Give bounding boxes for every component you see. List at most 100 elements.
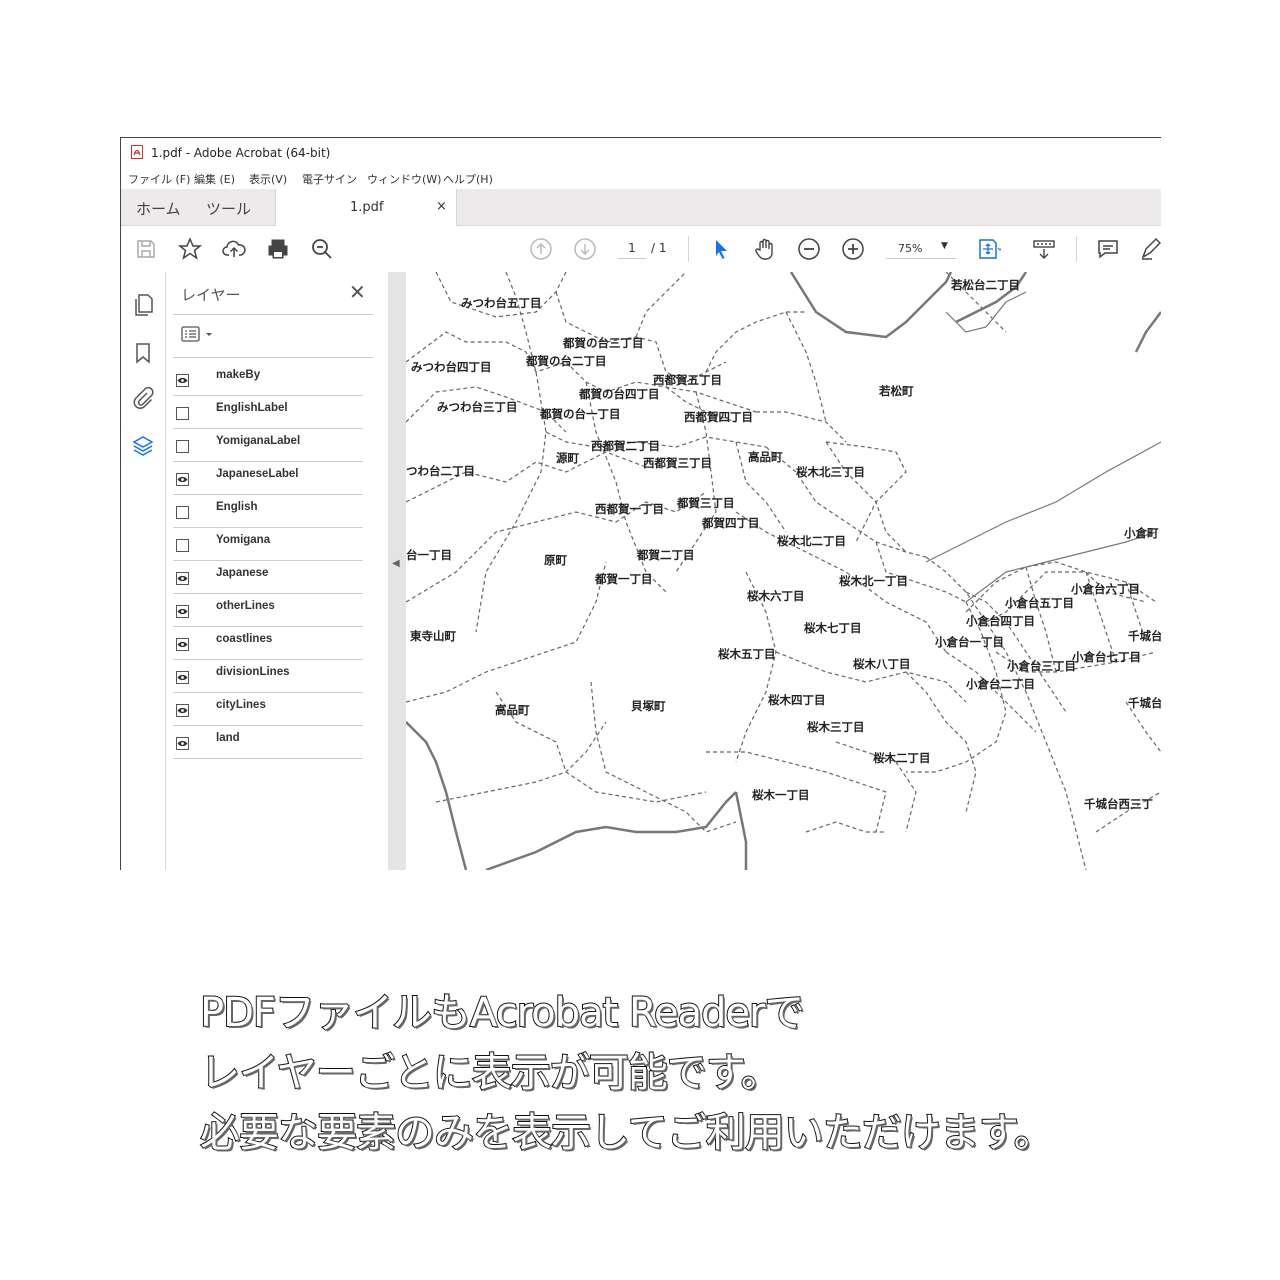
tab-bar: ホーム ツール 1.pdf ×: [121, 189, 1161, 226]
map-label: 貝塚町: [631, 701, 666, 713]
bookmark-icon[interactable]: [131, 341, 155, 365]
layer-visibility-toggle[interactable]: [176, 737, 189, 750]
map-label: 小倉台一丁目: [935, 637, 1004, 649]
map-label: 桜木北一丁目: [839, 576, 908, 588]
fit-page-icon[interactable]: [977, 237, 1001, 261]
page-number-input[interactable]: 1: [618, 238, 646, 259]
tab-close-button[interactable]: ×: [436, 199, 447, 214]
map-label: 桜木一丁目: [752, 790, 810, 802]
menu-esign[interactable]: 電子サイン: [302, 171, 357, 187]
layer-visibility-toggle[interactable]: [176, 638, 189, 651]
layer-row[interactable]: English: [173, 495, 363, 528]
layer-name: coastlines: [216, 633, 273, 645]
menu-help[interactable]: ヘルプ(H): [443, 171, 493, 187]
layer-row[interactable]: Yomigana: [173, 528, 363, 561]
acrobat-window: 1.pdf - Adobe Acrobat (64-bit) ファイル (F) …: [120, 137, 1161, 870]
menu-file[interactable]: ファイル (F): [128, 171, 190, 187]
document-view[interactable]: みつわ台五丁目 若松台二丁目 都賀の台三丁目 都賀の台二丁目 みつわ台四丁目 西都賀五丁目…: [406, 272, 1161, 870]
layer-visibility-toggle[interactable]: [176, 704, 189, 717]
layer-row[interactable]: otherLines: [173, 594, 363, 627]
layer-visibility-toggle[interactable]: [176, 572, 189, 585]
zoom-in-icon[interactable]: [841, 237, 865, 261]
layer-name: otherLines: [216, 600, 275, 612]
menu-window[interactable]: ウィンドウ(W): [367, 171, 441, 187]
layer-list: makeBy EnglishLabel YomiganaLabel JapaneseL…: [173, 363, 363, 759]
pen-icon[interactable]: [1139, 237, 1161, 261]
close-icon[interactable]: ✕: [349, 280, 366, 304]
search-icon[interactable]: [310, 237, 334, 261]
toolbar-divider: [1076, 236, 1077, 262]
divider: [173, 357, 373, 358]
layer-name: English: [216, 501, 258, 513]
map-label: 小倉台二丁目: [966, 679, 1035, 691]
scroll-mode-icon[interactable]: [1032, 237, 1056, 261]
map-label: 西都賀一丁目: [595, 504, 664, 516]
layer-name: EnglishLabel: [216, 402, 288, 414]
layer-row[interactable]: JapaneseLabel: [173, 462, 363, 495]
layer-visibility-toggle[interactable]: [176, 473, 189, 486]
layer-visibility-toggle[interactable]: [176, 605, 189, 618]
prev-page-icon[interactable]: [529, 237, 553, 261]
layer-row[interactable]: YomiganaLabel: [173, 429, 363, 462]
map-label: 若松台二丁目: [951, 280, 1020, 292]
map-label: 桜木二丁目: [873, 753, 931, 765]
layer-row[interactable]: divisionLines: [173, 660, 363, 693]
paperclip-icon[interactable]: [131, 386, 155, 410]
map-label: 原町: [544, 555, 567, 567]
page-thumbnails-icon[interactable]: [131, 293, 155, 317]
map-label: 桜木五丁目: [718, 649, 776, 661]
tab-document[interactable]: 1.pdf ×: [275, 189, 457, 226]
caption-text: PDFファイルもAcrobat Readerで レイヤーごとに表示が可能です。 …: [199, 983, 1200, 1163]
layer-visibility-toggle[interactable]: [176, 374, 189, 387]
layer-visibility-toggle[interactable]: [176, 407, 189, 420]
print-icon[interactable]: [266, 237, 290, 261]
list-options-icon: [181, 326, 212, 342]
layer-options-menu[interactable]: [181, 325, 221, 345]
select-cursor-icon[interactable]: [709, 237, 733, 261]
collapse-arrow-icon[interactable]: ◀: [392, 558, 400, 569]
upload-icon[interactable]: [222, 237, 246, 261]
layer-row[interactable]: EnglishLabel: [173, 396, 363, 429]
comment-icon[interactable]: [1096, 237, 1120, 261]
eye-icon: [177, 674, 188, 681]
zoom-select[interactable]: 75% ▼: [886, 238, 956, 259]
layer-row[interactable]: coastlines: [173, 627, 363, 660]
menu-view[interactable]: 表示(V): [249, 171, 287, 187]
map-label: みつわ台四丁目: [411, 362, 492, 374]
map-label: つわ台二丁目: [406, 466, 475, 478]
layers-icon[interactable]: [131, 434, 155, 458]
menu-edit[interactable]: 編集 (E): [194, 171, 235, 187]
layer-row[interactable]: makeBy: [173, 363, 363, 396]
layer-row[interactable]: cityLines: [173, 693, 363, 726]
layer-visibility-toggle[interactable]: [176, 440, 189, 453]
map-label: 小倉台五丁目: [1005, 598, 1074, 610]
eye-icon: [177, 608, 188, 615]
map-label: 台一丁目: [406, 550, 452, 562]
layer-visibility-toggle[interactable]: [176, 671, 189, 684]
panel-collapse-bar[interactable]: ◀: [388, 272, 406, 870]
layer-row[interactable]: land: [173, 726, 363, 759]
map-label: 西都賀五丁目: [653, 375, 722, 387]
map-label: みつわ台五丁目: [461, 298, 542, 310]
layers-panel: レイヤー ✕ makeBy EnglishLabel YomiganaLabel Ja…: [166, 272, 424, 870]
layer-row[interactable]: Japanese: [173, 561, 363, 594]
layer-visibility-toggle[interactable]: [176, 539, 189, 552]
next-page-icon[interactable]: [573, 237, 597, 261]
map-label: 桜木七丁目: [804, 623, 862, 635]
eye-icon: [177, 377, 188, 384]
map-label: 都賀の台三丁目: [563, 338, 644, 350]
bookmark-star-icon[interactable]: [178, 237, 202, 261]
tab-home[interactable]: ホーム: [136, 198, 181, 219]
tab-tools[interactable]: ツール: [206, 198, 251, 219]
hand-tool-icon[interactable]: [753, 237, 777, 261]
layers-panel-title: レイヤー: [181, 286, 241, 304]
map-label: 桜木六丁目: [747, 591, 805, 603]
map-label: 都賀一丁目: [595, 574, 653, 586]
caption-line-2: レイヤーごとに表示が可能です。: [199, 1049, 782, 1097]
eye-icon: [177, 476, 188, 483]
map-label: 高品町: [748, 452, 783, 464]
zoom-out-icon[interactable]: [797, 237, 821, 261]
map-label: 千城台西三丁: [1084, 799, 1153, 811]
save-icon[interactable]: [134, 237, 158, 261]
layer-visibility-toggle[interactable]: [176, 506, 189, 519]
